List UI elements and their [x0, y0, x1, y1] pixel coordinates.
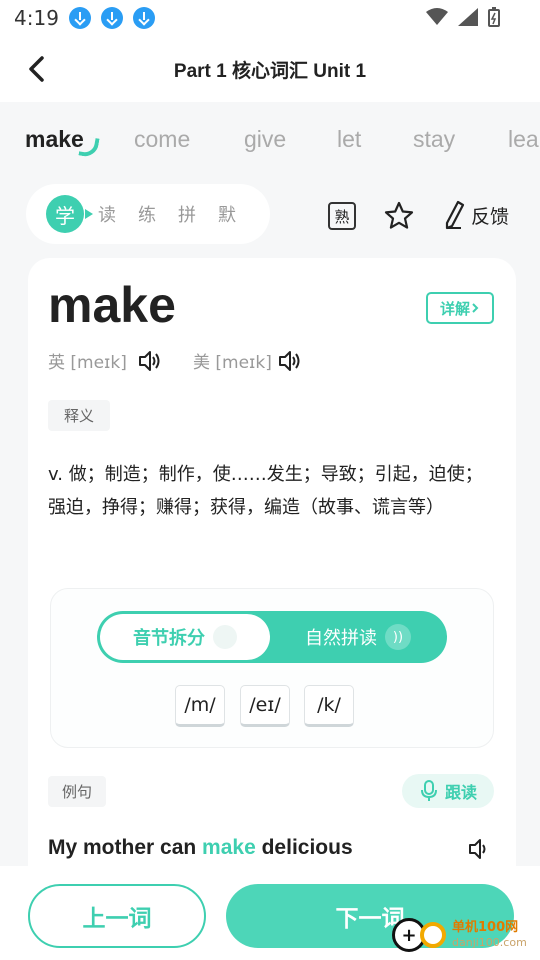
status-bar: 4:19	[0, 0, 540, 36]
status-time: 4:19	[14, 6, 59, 30]
prev-word-button[interactable]: 上一词	[28, 884, 206, 948]
phonics-mode-toggle: 音节拆分 自然拼读 ))	[97, 611, 447, 663]
chevron-right-icon	[472, 303, 479, 313]
word-tab-make[interactable]: make	[25, 126, 84, 153]
speaker-icon[interactable]	[138, 350, 162, 372]
detail-label: 详解	[439, 299, 470, 318]
mode-tab-read[interactable]: 读	[98, 201, 116, 227]
mode-tab-learn[interactable]: 学	[46, 195, 93, 233]
download-icon	[132, 7, 155, 29]
speaker-icon[interactable]	[278, 350, 302, 372]
word-tab-next[interactable]: lea	[508, 126, 539, 153]
header: Part 1 核心词汇 Unit 1	[0, 36, 540, 102]
natural-phonics-tab[interactable]: 自然拼读 ))	[272, 614, 444, 660]
battery-icon	[488, 7, 500, 27]
watermark: + 单机100网 danji100.com	[392, 918, 527, 952]
example-text-end: delicious	[255, 836, 353, 859]
watermark-text: 单机100网 danji100.com	[452, 920, 527, 950]
example-highlight: make	[202, 836, 256, 859]
follow-read-label: 跟读	[444, 783, 477, 802]
watermark-url: danji100.com	[452, 936, 527, 949]
word-tab-let[interactable]: let	[337, 126, 361, 153]
feedback-button[interactable]: 反馈	[443, 200, 509, 230]
watermark-name: 单机100网	[452, 920, 519, 935]
us-phonetic: 美 [meɪk]	[193, 353, 272, 373]
wifi-icon	[426, 8, 448, 25]
syllable-split-tab[interactable]: 音节拆分	[100, 614, 270, 660]
syllable-chip[interactable]: /k/	[304, 685, 354, 727]
uk-phonetic: 英 [meɪk]	[48, 353, 127, 373]
pencil-icon	[445, 200, 465, 230]
sound-wave-icon: ))	[385, 624, 411, 650]
page-title: Part 1 核心词汇 Unit 1	[173, 60, 367, 82]
example-text: My mother can	[48, 836, 203, 859]
toggle-dot	[213, 625, 237, 649]
word-tab-come[interactable]: come	[134, 126, 190, 153]
syllable-chip[interactable]: /eɪ/	[240, 685, 290, 727]
headword: make	[48, 277, 176, 333]
example-sentence: My mother can make delicious	[48, 836, 353, 860]
back-icon[interactable]	[22, 52, 52, 86]
word-tab-give[interactable]: give	[244, 126, 286, 153]
definition-text: v. 做；制造；制作，使……发生；导致；引起，迫使；强迫，挣得；赚得；获得，编造…	[48, 464, 483, 518]
syllable-chip[interactable]: /m/	[175, 685, 225, 727]
signal-icon	[458, 8, 478, 26]
status-right	[426, 7, 500, 27]
detail-button[interactable]: 详解	[426, 292, 494, 324]
download-icon	[100, 7, 123, 29]
follow-read-button[interactable]: 跟读	[402, 774, 494, 808]
example-tag: 例句	[48, 776, 107, 807]
download-icon	[68, 7, 91, 29]
microphone-icon	[420, 780, 437, 801]
phonics-panel: 音节拆分 自然拼读 )) /m/ /eɪ/ /k/	[50, 588, 494, 748]
mode-tab-practice[interactable]: 练	[138, 201, 156, 227]
syllable-split-label: 音节拆分	[133, 628, 205, 649]
mode-tab-dictation[interactable]: 默	[218, 201, 236, 227]
mode-switcher: 学 读 练 拼 默	[26, 184, 270, 244]
mode-tab-spell[interactable]: 拼	[178, 201, 196, 227]
feedback-label: 反馈	[471, 205, 510, 228]
word-card: make 详解 英 [meɪk] 美 [meɪk] 释义 v. 做；制造；制作，…	[28, 258, 516, 898]
familiar-button[interactable]: 熟	[328, 202, 356, 230]
definition-tag: 释义	[48, 400, 111, 431]
star-icon[interactable]	[383, 200, 415, 232]
word-tab-stay[interactable]: stay	[413, 126, 455, 153]
natural-phonics-label: 自然拼读	[305, 628, 377, 649]
watermark-ring-icon	[420, 922, 446, 948]
speaker-icon[interactable]	[468, 838, 492, 860]
